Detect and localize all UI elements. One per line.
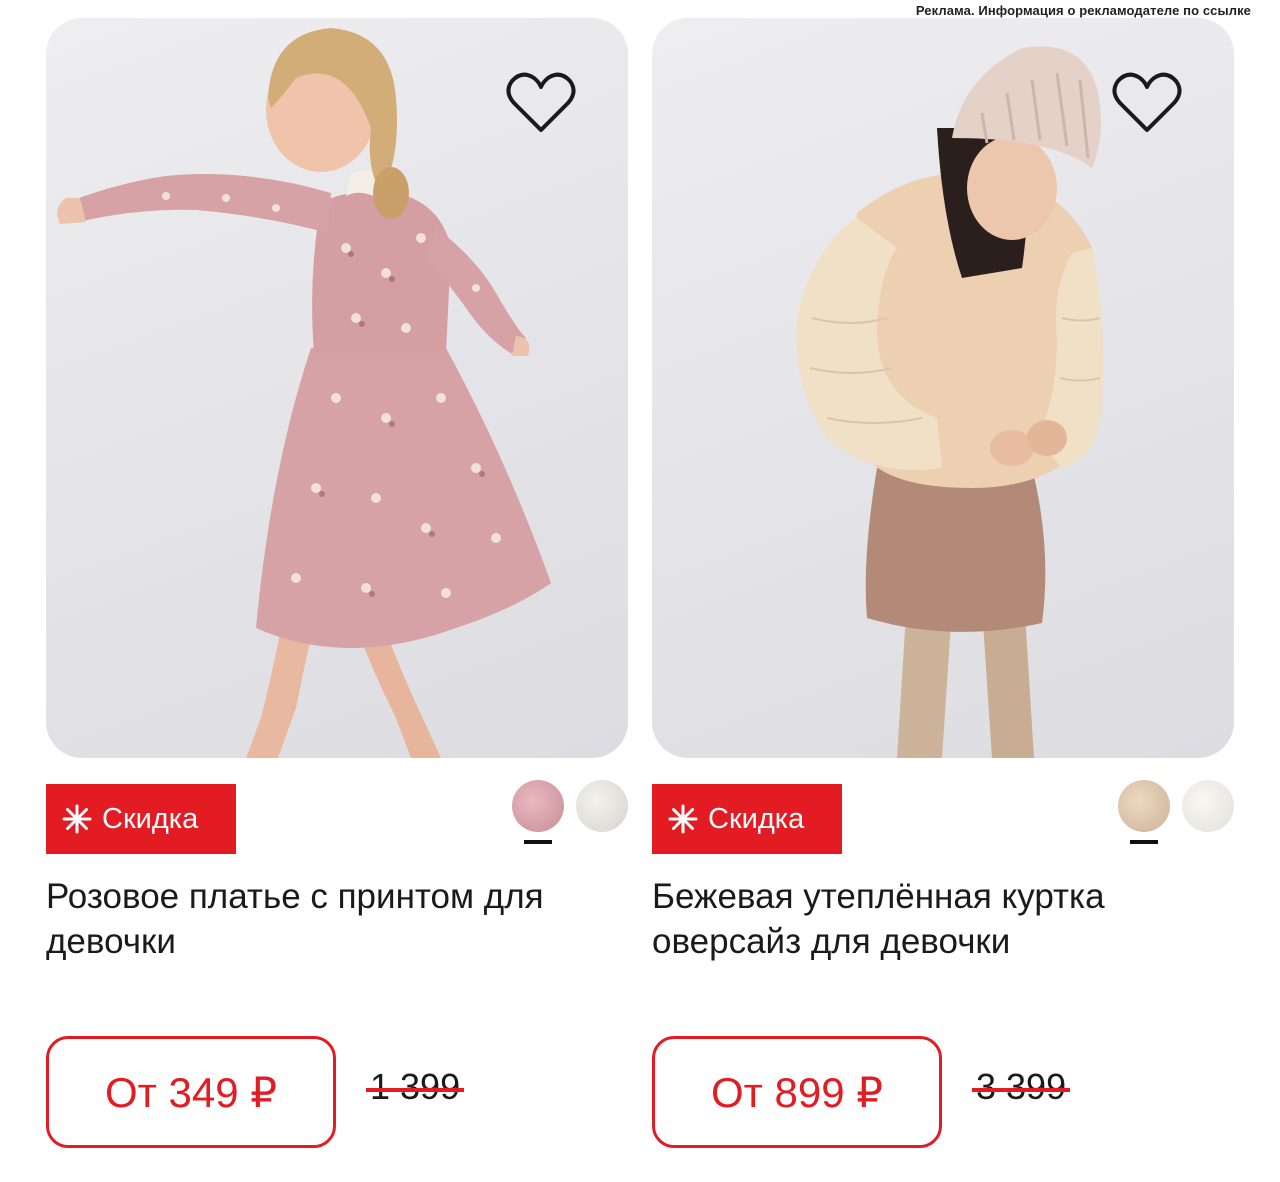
- burst-icon: [668, 804, 698, 834]
- product-image-jacket[interactable]: [652, 18, 1234, 758]
- ad-disclosure-link[interactable]: Реклама. Информация о рекламодателе по с…: [916, 3, 1251, 18]
- heart-outline-icon[interactable]: [506, 72, 576, 134]
- old-price: 1 399: [366, 1066, 465, 1108]
- badge-label: Скидка: [708, 802, 805, 835]
- swatch-cream[interactable]: [1182, 780, 1234, 832]
- product-title[interactable]: Бежевая утеплённая куртка оверсайз для д…: [652, 874, 1234, 1024]
- badge-label: Скидка: [102, 802, 199, 835]
- burst-icon: [62, 804, 92, 834]
- discount-badge: Скидка: [652, 784, 842, 854]
- color-swatches: [1118, 780, 1234, 844]
- swatch-beige[interactable]: [1118, 780, 1170, 844]
- product-image-dress[interactable]: [46, 18, 628, 758]
- product-card-jacket[interactable]: Скидка Бежевая утеплённая куртка оверсай…: [652, 18, 1234, 1154]
- color-swatches: [512, 780, 628, 844]
- product-card-dress[interactable]: Скидка Розовое платье с принтом для дево…: [46, 18, 628, 1154]
- price-button[interactable]: От 899 ₽: [652, 1036, 942, 1148]
- heart-outline-icon[interactable]: [1112, 72, 1182, 134]
- product-title[interactable]: Розовое платье с принтом для девочки: [46, 874, 628, 1024]
- old-price: 3 399: [972, 1066, 1071, 1108]
- swatch-pink[interactable]: [512, 780, 564, 844]
- price-button[interactable]: От 349 ₽: [46, 1036, 336, 1148]
- swatch-white[interactable]: [576, 780, 628, 832]
- discount-badge: Скидка: [46, 784, 236, 854]
